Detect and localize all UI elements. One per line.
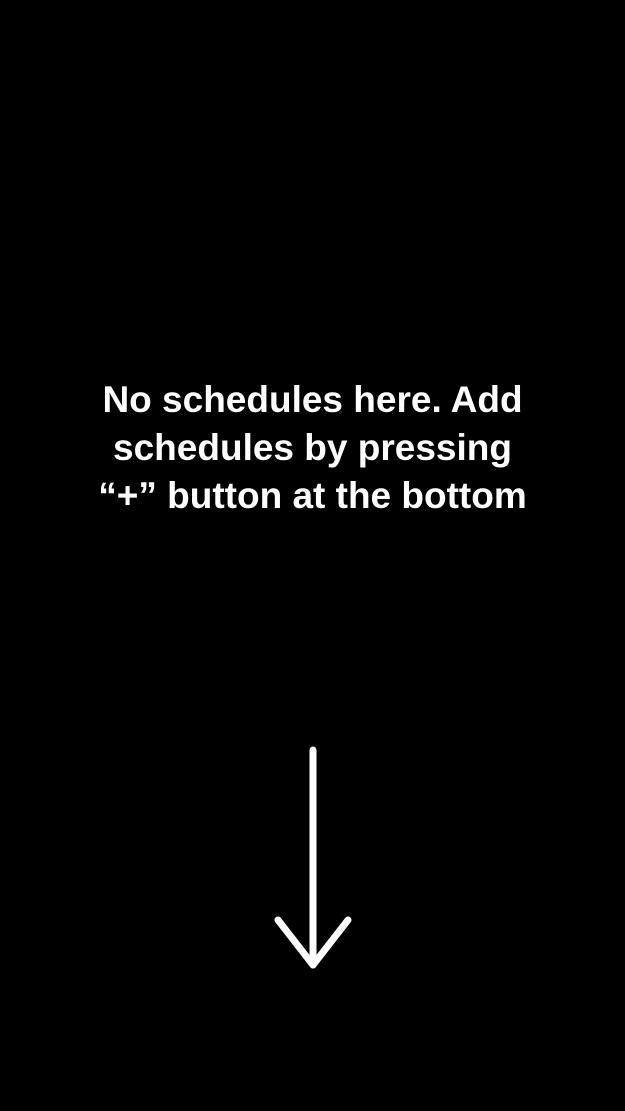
empty-state-message: No schedules here. Add schedules by pres…: [0, 376, 625, 520]
empty-state-message-line-3: “+” button at the bottom: [98, 475, 527, 516]
arrow-down-icon: [274, 746, 352, 969]
empty-state-message-line-2: schedules by pressing: [113, 427, 512, 468]
empty-state-message-line-1: No schedules here. Add: [102, 379, 523, 420]
empty-schedules-screen: No schedules here. Add schedules by pres…: [0, 0, 625, 1111]
